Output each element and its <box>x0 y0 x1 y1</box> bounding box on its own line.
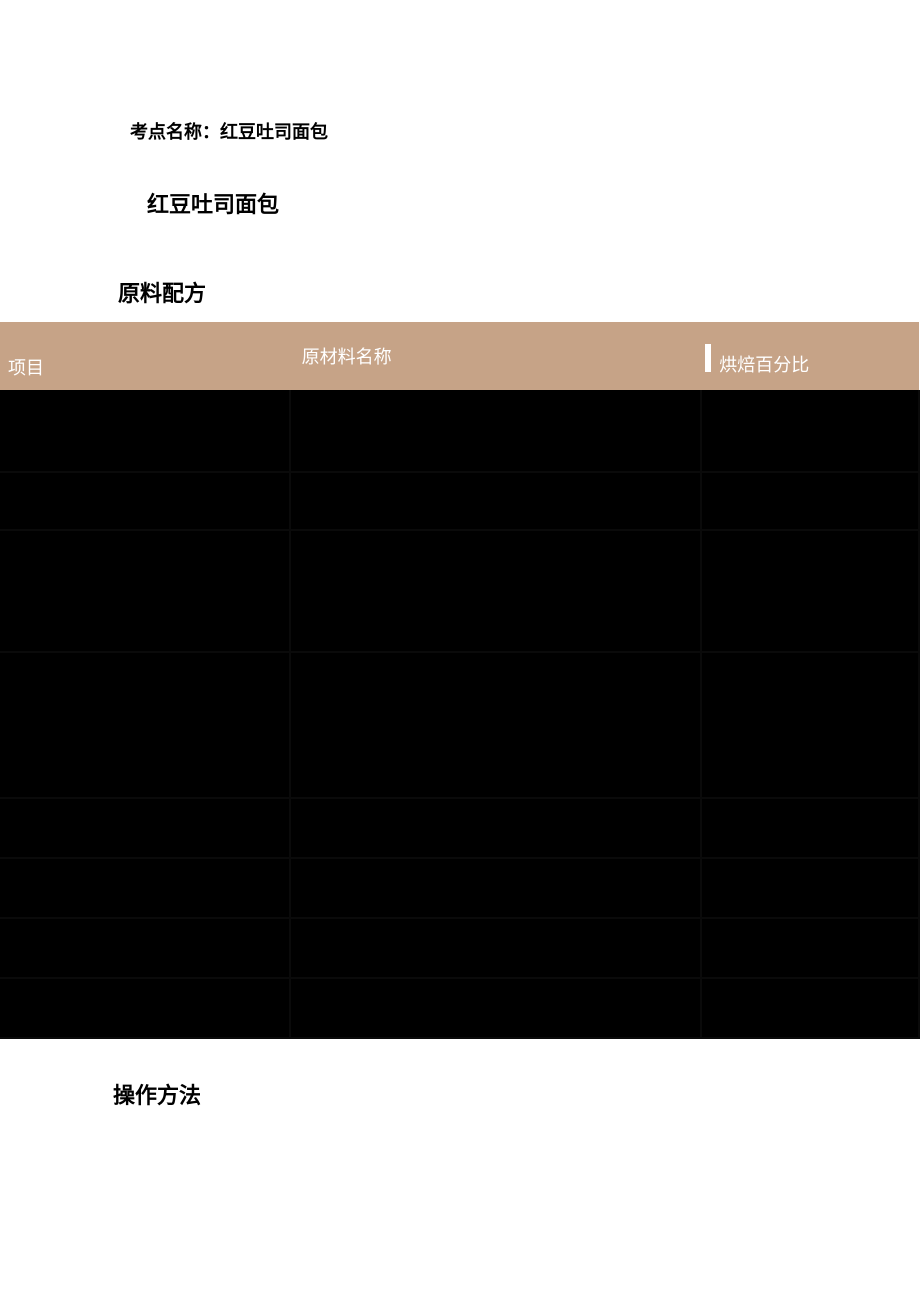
table-header-material: 原材料名称 <box>290 322 702 390</box>
section-heading-ingredients: 原料配方 <box>118 276 206 308</box>
table-row <box>0 858 919 918</box>
table-row <box>0 390 919 472</box>
table-header-row: 项目 原材料名称 烘焙百分比 <box>0 322 919 390</box>
divider-bar <box>705 344 711 372</box>
topic-label: 考点名称：红豆吐司面包 <box>130 118 328 144</box>
table-header-percent: 烘焙百分比 <box>701 322 919 390</box>
table-header-label: 项目 <box>8 332 44 380</box>
page-title: 红豆吐司面包 <box>147 187 279 219</box>
table-row <box>0 798 919 858</box>
table-row <box>0 530 919 652</box>
section-heading-method: 操作方法 <box>113 1078 201 1110</box>
table-row <box>0 978 919 1038</box>
table-row <box>0 472 919 530</box>
table-header-label: 原材料名称 <box>302 347 392 367</box>
table-row <box>0 918 919 978</box>
ingredients-table: 项目 原材料名称 烘焙百分比 <box>0 322 920 1039</box>
table-header-label: 烘焙百分比 <box>719 335 809 377</box>
table-row <box>0 652 919 798</box>
table-header-item: 项目 <box>0 322 290 390</box>
